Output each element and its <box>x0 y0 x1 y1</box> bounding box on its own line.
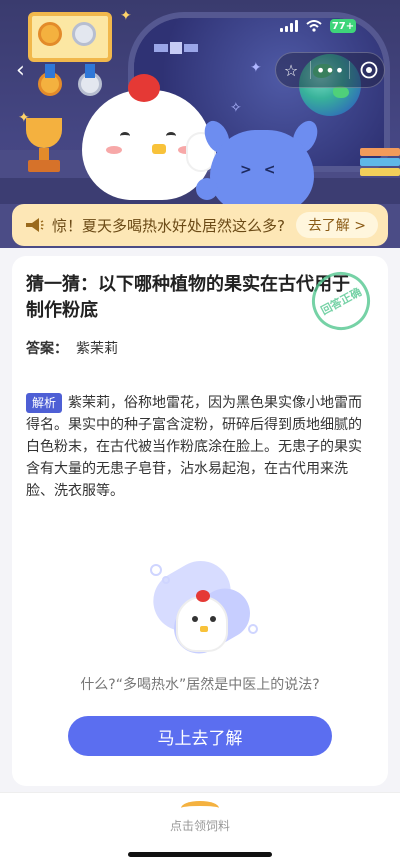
answer-value: 紫茉莉 <box>76 341 118 357</box>
sparkle-icon: ✧ <box>230 100 242 116</box>
status-bar: 77+ <box>280 18 356 34</box>
ribbon-icon <box>85 64 95 78</box>
back-chevron-icon[interactable]: ‹ <box>16 60 34 82</box>
capsule-divider <box>310 61 311 79</box>
answer-label: 答案： <box>26 341 68 357</box>
banner-text: 惊！夏天多喝热水好处居然这么多? <box>52 216 285 235</box>
learn-now-button[interactable]: 马上去了解 <box>68 716 332 756</box>
sparkle-icon: ✦ <box>120 8 132 24</box>
wifi-icon <box>306 20 322 32</box>
mini-program-capsule: ☆ ••• <box>275 52 385 88</box>
home-indicator <box>128 852 272 857</box>
ribbon-icon <box>45 64 55 78</box>
blue-monster-mascot: >< <box>196 116 328 212</box>
promo-banner[interactable]: 惊！夏天多喝热水好处居然这么多? 去了解 > <box>12 204 388 246</box>
target-icon[interactable] <box>358 59 380 81</box>
banner-learn-button[interactable]: 去了解 > <box>295 212 378 238</box>
question-card: 猜一猜：以下哪种植物的果实在古代用于制作粉底 回答正确 答案： 紫茉莉 解析 紫茉莉… <box>12 256 388 786</box>
sparkle-icon: ✦ <box>250 60 262 76</box>
feed-arc-icon <box>181 801 219 815</box>
question-title: 猜一猜：以下哪种植物的果实在古代用于制作粉底 <box>26 274 350 321</box>
chick-mascot <box>82 74 216 200</box>
chick-illustration <box>132 550 272 666</box>
battery-indicator: 77+ <box>330 19 356 33</box>
answer-row: 答案： 紫茉莉 <box>26 338 118 358</box>
satellite-icon <box>154 42 198 54</box>
feed-label: 点击领饲料 <box>169 819 230 833</box>
more-icon[interactable]: ••• <box>316 59 344 81</box>
signal-icon <box>280 20 298 32</box>
explanation-tag: 解析 <box>26 393 63 413</box>
megaphone-icon <box>26 218 44 232</box>
silver-medal-icon <box>72 22 96 46</box>
gold-medal-icon <box>38 22 62 46</box>
star-icon[interactable]: ☆ <box>280 59 302 81</box>
capsule-divider <box>349 61 350 79</box>
books-icon <box>360 148 400 180</box>
promo-hint: 什么?“多喝热水”居然是中医上的说法? <box>80 677 320 693</box>
explanation: 解析 紫茉莉，俗称地雷花，因为黑色果实像小地雷而得名。果实中的种子富含淀粉，研碎后… <box>26 392 374 502</box>
trophy-icon <box>20 118 68 178</box>
explanation-text: 紫茉莉，俗称地雷花，因为黑色果实像小地雷而得名。果实中的种子富含淀粉，研碎后得到… <box>26 395 363 499</box>
